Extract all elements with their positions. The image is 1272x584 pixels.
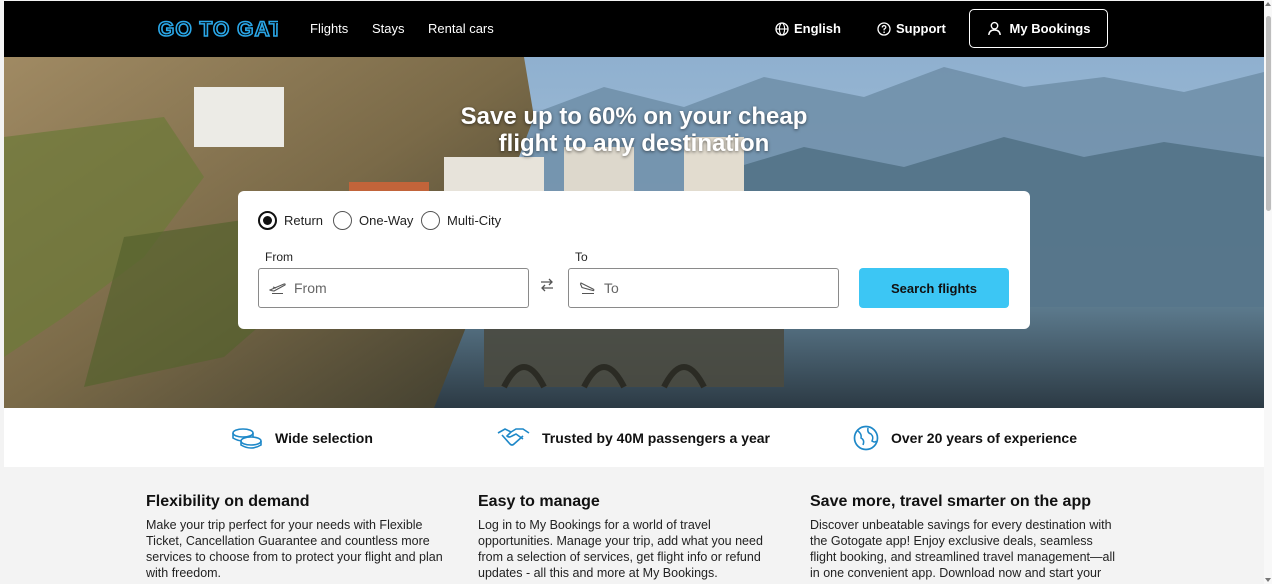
swap-locations-button[interactable]: [539, 277, 555, 298]
info-title: Easy to manage: [478, 493, 600, 510]
my-bookings-label: My Bookings: [1009, 21, 1091, 36]
hero-title: Save up to 60% on your cheap flight to a…: [4, 103, 1264, 157]
globe-icon: [853, 425, 879, 451]
svg-text:GO TO GATE: GO TO GATE: [158, 18, 278, 41]
scrollbar-thumb[interactable]: [1266, 16, 1271, 211]
radio-button[interactable]: [421, 211, 440, 230]
my-bookings-button[interactable]: My Bookings: [969, 9, 1108, 48]
to-label: To: [575, 250, 588, 264]
info-title: Save more, travel smarter on the app: [810, 493, 1091, 510]
feature-label: Wide selection: [275, 430, 373, 446]
from-label: From: [265, 250, 293, 264]
trip-type-label: One-Way: [359, 213, 414, 228]
gotogate-logo[interactable]: GO TO GATE: [157, 15, 298, 46]
info-body: Log in to My Bookings for a world of tra…: [478, 518, 763, 580]
trip-type-multi-city[interactable]: Multi-City: [421, 211, 501, 230]
feature-label: Over 20 years of experience: [891, 430, 1078, 446]
nav-rental-cars[interactable]: Rental cars: [428, 21, 494, 36]
scroll-down-arrow-icon[interactable]: [1265, 578, 1271, 582]
hero-title-line1: Save up to 60% on your cheap: [460, 103, 808, 130]
user-icon: [987, 21, 1001, 36]
to-input[interactable]: [604, 280, 824, 296]
info-body: Discover unbeatable savings for every de…: [810, 518, 1116, 580]
trip-type-label: Multi-City: [447, 213, 502, 228]
from-input[interactable]: [294, 280, 514, 296]
support-label: Support: [896, 21, 946, 36]
radio-button[interactable]: [333, 211, 352, 230]
page: GO TO GATE Flights Stays Rental cars Eng…: [4, 1, 1264, 584]
language-selector[interactable]: English: [775, 21, 841, 36]
globe-icon: [775, 21, 789, 36]
hero-title-line2: flight to any destination: [498, 130, 770, 157]
help-circle-icon: [877, 21, 891, 36]
features-strip: Wide selection Trusted by 40M passengers…: [4, 408, 1264, 467]
info-app: Save more, travel smarter on the app Dis…: [810, 493, 1120, 581]
plane-landing-icon: [579, 282, 595, 295]
nav-stays[interactable]: Stays: [372, 21, 405, 36]
plane-takeoff-icon: [269, 283, 286, 295]
feature-experience: Over 20 years of experience: [853, 425, 1077, 451]
info-easy-manage: Easy to manage Log in to My Bookings for…: [478, 493, 788, 581]
feature-label: Trusted by 40M passengers a year: [542, 430, 770, 446]
info-body: Make your trip perfect for your needs wi…: [146, 518, 443, 580]
support-link[interactable]: Support: [877, 21, 946, 36]
hero-banner: Save up to 60% on your cheap flight to a…: [4, 57, 1264, 408]
trip-type-one-way[interactable]: One-Way: [333, 211, 413, 230]
scroll-up-arrow-icon[interactable]: [1265, 2, 1271, 6]
from-field[interactable]: [258, 268, 529, 308]
info-flexibility: Flexibility on demand Make your trip per…: [146, 493, 456, 581]
top-header: GO TO GATE Flights Stays Rental cars Eng…: [4, 1, 1264, 57]
trip-type-return[interactable]: Return: [258, 211, 323, 230]
radio-button-selected[interactable]: [258, 211, 277, 230]
feature-trusted: Trusted by 40M passengers a year: [497, 425, 770, 451]
coins-icon: [232, 428, 262, 449]
info-title: Flexibility on demand: [146, 493, 310, 510]
feature-wide-selection: Wide selection: [231, 425, 373, 451]
to-field[interactable]: [568, 268, 839, 308]
trip-type-label: Return: [284, 213, 324, 228]
nav-flights[interactable]: Flights: [310, 21, 348, 36]
language-label: English: [794, 21, 841, 36]
handshake-icon: [497, 428, 530, 446]
flight-search-form: Return One-Way Multi-City From From To T…: [238, 191, 1030, 329]
swap-arrows-icon: [541, 278, 553, 292]
logo-wordmark: GO TO GATE: [157, 17, 298, 42]
search-flights-button[interactable]: Search flights: [859, 268, 1009, 308]
